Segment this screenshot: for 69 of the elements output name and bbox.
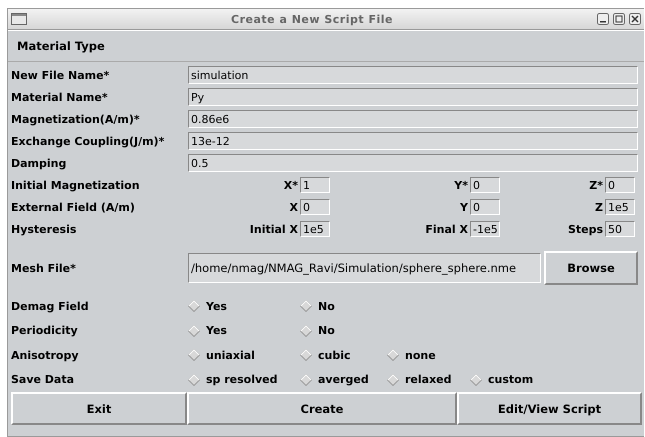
field-label: External Field (A/m) [11,200,136,214]
field-label: Z* [589,178,603,192]
radio-button[interactable] [387,349,399,362]
radio-label: relaxed [405,373,452,386]
field-label: Exchange Coupling(J/m)* [11,134,166,148]
field-label: X* [284,178,298,192]
field-label: Steps [568,222,603,236]
field-label: Demag Field [11,300,90,313]
input-field[interactable]: 0 [605,177,635,193]
input-field[interactable]: 0 [470,199,500,215]
input-field[interactable]: simulation [188,66,638,84]
field-label: Anisotropy [11,348,80,362]
field-label: Hysteresis [11,222,78,236]
file-path-field[interactable]: /home/nmag/NMAG_Ravi/Simulation/sphere_sphere.nme [188,253,541,283]
radio-button[interactable] [188,349,200,362]
radio-button[interactable] [188,374,200,386]
radio-button[interactable] [387,374,399,386]
field-label: Magnetization(A/m)* [11,112,141,126]
radio-label: Yes [206,324,227,338]
radio-label: uniaxial [206,348,255,362]
section-title: Material Type [17,39,105,53]
radio-label: Yes [206,300,227,313]
browse-button[interactable]: Browse [544,251,638,285]
field-label: Periodicity [11,324,79,338]
maximize-icon[interactable] [613,13,625,25]
input-field[interactable]: 0 [300,199,330,215]
input-field[interactable]: -1e5 [470,221,500,237]
radio-label: No [318,324,335,338]
radio-button[interactable] [300,349,312,362]
input-field[interactable]: 13e-12 [188,132,638,150]
radio-label: sp resolved [206,373,278,386]
field-label: Y [460,200,468,214]
field-label: Save Data [11,373,76,386]
field-label: Initial X [250,222,298,236]
radio-button[interactable] [188,300,200,312]
input-field[interactable]: Py [188,88,638,106]
input-field[interactable]: 1e5 [300,221,330,237]
radio-button[interactable] [188,324,200,337]
radio-label: none [405,348,436,362]
input-field[interactable]: 1e5 [605,199,635,215]
field-label: Material Name* [11,90,109,104]
action-button[interactable]: Create [187,392,457,425]
radio-label: custom [488,373,534,386]
close-icon[interactable] [629,13,641,25]
field-label: X [290,200,298,214]
field-label: Z [595,200,603,214]
input-field[interactable]: 0 [470,177,500,193]
field-label: Mesh File* [11,262,77,274]
radio-button[interactable] [300,300,312,312]
radio-label: No [318,300,335,313]
field-label: Y* [454,178,468,192]
input-field[interactable]: 50 [605,221,635,237]
radio-button[interactable] [470,374,482,386]
window-title: Create a New Script File [230,12,394,26]
minimize-icon[interactable] [597,13,609,25]
window-menu-icon[interactable] [11,13,27,25]
input-field[interactable]: 0.86e6 [188,110,638,128]
action-button[interactable]: Edit/View Script [457,392,642,425]
input-field[interactable]: 1 [300,177,330,193]
input-field[interactable]: 0.5 [188,154,638,172]
radio-button[interactable] [300,324,312,337]
radio-label: cubic [318,348,351,362]
radio-label: averged [318,373,369,386]
field-label: New File Name* [11,68,110,82]
field-label: Final X [425,222,468,236]
action-button[interactable]: Exit [11,392,187,425]
radio-button[interactable] [300,374,312,386]
field-label: Damping [11,156,68,170]
field-label: Initial Magnetization [11,178,141,192]
